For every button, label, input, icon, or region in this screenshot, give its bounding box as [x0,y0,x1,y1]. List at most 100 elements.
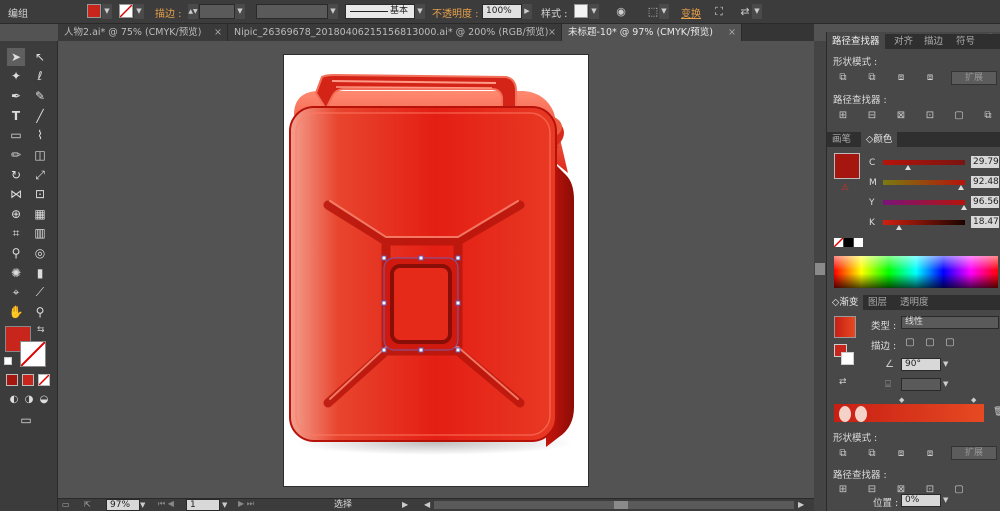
swap-fill-stroke-icon[interactable]: ⇆ [37,325,45,335]
opacity-field[interactable]: 100% [482,4,522,19]
blend-tool-icon[interactable]: ◎ [31,244,49,262]
minus-front-icon[interactable]: ⧉ [865,72,879,84]
direct-selection-tool-icon[interactable]: ↖ [31,48,49,66]
free-transform-tool-icon[interactable]: ⊡ [31,185,49,203]
stroke-weight-dropdown-icon[interactable]: ▼ [235,4,245,19]
delete-stop-icon[interactable]: 🗑 [993,407,1000,417]
shape-builder-tool-icon[interactable]: ⊕ [7,205,25,223]
bottom-exclude-icon[interactable]: ⧈ [923,448,937,460]
opacity-arrow-icon[interactable]: ▶ [522,4,532,19]
horizontal-scroll-thumb[interactable] [614,501,628,509]
stroke-within-icon[interactable]: ▢ [903,337,917,349]
scroll-left-icon[interactable]: ◀ [424,500,432,510]
selection-tool-icon[interactable]: ➤ [7,48,25,66]
default-colors-icon[interactable] [4,357,12,365]
stroke-swatch[interactable] [119,4,133,18]
artboard-nav-icon[interactable]: ▭ [62,500,76,510]
width-tool-icon[interactable]: ⋈ [7,185,25,203]
gradient-stop-1[interactable] [839,406,851,422]
bottom-outline-icon[interactable]: ▢ [952,484,966,496]
next-artboard-icon[interactable]: ▶ ⏭ [238,499,262,511]
brush-definition[interactable]: 基本 [345,4,415,19]
bottom-intersect-icon[interactable]: ⧈ [894,448,908,460]
perspective-grid-tool-icon[interactable]: ▦ [31,205,49,223]
channel-c-thumb[interactable] [905,165,911,170]
black-swatch[interactable] [844,238,853,247]
tool-stroke-swatch[interactable] [20,341,46,367]
symbol-sprayer-tool-icon[interactable]: ✺ [7,264,25,282]
eraser-tool-icon[interactable]: ◫ [31,146,49,164]
divide-icon[interactable]: ⊞ [836,110,850,122]
artboard-tool-icon[interactable]: ⌖ [7,283,25,301]
minus-back-icon[interactable]: ⧉ [981,110,995,122]
profile-dropdown-icon[interactable]: ▼ [328,4,338,19]
color-fill-swatch[interactable] [834,153,860,179]
page-dropdown-icon[interactable]: ▼ [222,499,232,511]
artboard[interactable] [284,55,588,486]
fill-swatch[interactable] [87,4,101,18]
stroke-dropdown-icon[interactable]: ▼ [134,4,144,19]
bottom-minus-front-icon[interactable]: ⧉ [865,448,879,460]
rectangle-tool-icon[interactable]: ▭ [7,126,25,144]
recolor-icon[interactable]: ◉ [612,3,630,21]
stroke-along-icon[interactable]: ▢ [923,337,937,349]
channel-c-value[interactable]: 29.79 [971,156,999,168]
channel-k-thumb[interactable] [896,225,902,230]
opacity-label[interactable]: 不透明度 : [432,5,479,20]
gradient-mode-icon[interactable] [22,374,34,386]
tab-document-1[interactable]: 人物2.ai* @ 75% (CMYK/预览) × [58,24,228,41]
line-tool-icon[interactable]: ╱ [31,107,49,125]
channel-y-slider[interactable] [883,200,965,205]
tab-document-3[interactable]: 未标题-10* @ 97% (CMYK/预览) × [562,24,742,41]
bottom-expand-button[interactable]: 扩展 [951,446,997,460]
close-icon[interactable]: × [728,24,736,41]
tab-stroke[interactable]: 描边 [919,34,948,49]
zoom-field[interactable]: 97% [106,499,140,511]
isolate-icon[interactable]: ⛶ [710,3,728,21]
lasso-tool-icon[interactable]: ℓ [31,67,49,85]
channel-m-thumb[interactable] [958,185,964,190]
outline-icon[interactable]: ▢ [952,110,966,122]
exclude-icon[interactable]: ⧈ [923,72,937,84]
variable-width-profile[interactable] [256,4,328,19]
bottom-divide-icon[interactable]: ⊞ [836,484,850,496]
close-icon[interactable]: × [548,24,556,41]
aspect-dropdown-icon[interactable]: ▼ [943,378,953,391]
tab-layers[interactable]: 图层 [863,295,892,310]
stroke-label[interactable]: 描边 : [155,5,182,20]
screen-mode-icon[interactable]: ▭ [17,411,35,429]
type-tool-icon[interactable]: T [7,107,25,125]
tab-brushes[interactable]: 画笔 [827,132,856,147]
draw-inside-icon[interactable]: ◒ [35,391,53,409]
stroke-across-icon[interactable]: ▢ [943,337,957,349]
column-graph-tool-icon[interactable]: ▮ [31,264,49,282]
gradient-midpoint-icon[interactable]: ◆ [899,396,904,404]
intersect-icon[interactable]: ⧈ [894,72,908,84]
transform-label[interactable]: 变换 [681,5,701,20]
zoom-dropdown-icon[interactable]: ▼ [140,499,150,511]
reverse-gradient-icon[interactable]: ⇄ [839,377,847,387]
paintbrush-tool-icon[interactable]: ⌇ [31,126,49,144]
fill-dropdown-icon[interactable]: ▼ [102,4,112,19]
stroke-weight-field[interactable] [199,4,235,19]
hand-tool-icon[interactable]: ✋ [7,303,25,321]
tab-symbols[interactable]: 符号 [951,34,980,49]
none-swatch[interactable] [834,238,843,247]
status-menu-icon[interactable]: ▶ [402,499,412,511]
zoom-tool-icon[interactable]: ⚲ [31,303,49,321]
stroke-stepper-icon[interactable]: ▲▼ [188,4,198,19]
channel-m-slider[interactable] [883,180,965,185]
gradient-preview-swatch[interactable] [834,316,856,338]
gradient-aspect-field[interactable] [901,378,941,391]
angle-dropdown-icon[interactable]: ▼ [943,358,953,371]
position-dropdown-icon[interactable]: ▼ [943,494,953,507]
mesh-tool-icon[interactable]: ⌗ [7,224,25,242]
channel-m-value[interactable]: 92.48 [971,176,999,188]
magic-wand-tool-icon[interactable]: ✦ [7,67,25,85]
tab-transparency[interactable]: 透明度 [895,295,934,310]
gradient-stroke-swatch[interactable] [841,352,854,365]
brush-dropdown-icon[interactable]: ▼ [415,4,425,19]
expand-button[interactable]: 扩展 [951,71,997,85]
scale-tool-icon[interactable]: ⤢ [31,166,49,184]
page-field[interactable]: 1 [186,499,220,511]
